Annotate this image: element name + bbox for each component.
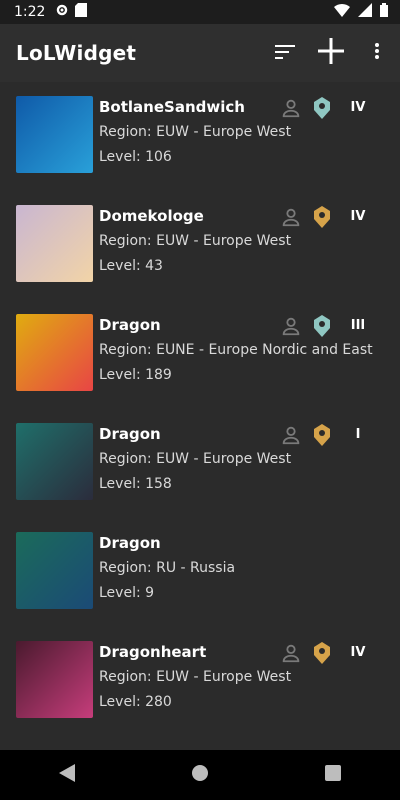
rank-tier: III — [350, 318, 366, 333]
settings-gear-icon — [55, 3, 69, 21]
sd-card-icon — [75, 3, 88, 21]
player-avatar — [16, 205, 93, 282]
person-outline-icon — [280, 97, 302, 119]
player-name: Dragon — [99, 425, 161, 443]
player-row[interactable]: Dragon Region: EUW - Europe West Level: 15… — [0, 409, 400, 518]
player-avatar — [16, 423, 93, 500]
player-avatar — [16, 314, 93, 391]
back-icon[interactable] — [58, 764, 75, 786]
rank-emblem-icon — [312, 424, 332, 446]
player-name: Dragon — [99, 534, 161, 552]
player-name: BotlaneSandwich — [99, 98, 245, 116]
app-bar: LoLWidget — [0, 24, 400, 82]
player-level: Level: 43 — [99, 258, 163, 274]
player-row[interactable]: BotlaneSandwich Region: EUW - Europe West… — [0, 82, 400, 191]
player-level: Level: 158 — [99, 476, 172, 492]
navigation-bar — [0, 750, 400, 800]
sort-icon — [275, 44, 295, 63]
home-icon[interactable] — [191, 765, 208, 785]
player-avatar — [16, 641, 93, 718]
player-name: Domekologe — [99, 207, 204, 225]
rank-emblem-icon — [312, 97, 332, 119]
player-row[interactable]: Dragon Region: RU - Russia Level: 9 — [0, 518, 400, 627]
player-name: Dragonheart — [99, 643, 207, 661]
rank-tier: IV — [350, 209, 366, 224]
player-region: Region: RU - Russia — [99, 560, 236, 576]
player-region: Region: EUW - Europe West — [99, 124, 292, 140]
rank-emblem-icon — [312, 206, 332, 228]
status-bar: 1:22 — [0, 0, 400, 24]
player-avatar — [16, 96, 93, 173]
player-row[interactable]: Domekologe Region: EUW - Europe West Level… — [0, 191, 400, 300]
recents-icon[interactable] — [325, 765, 342, 785]
signal-icon — [358, 3, 372, 21]
player-avatar — [16, 532, 93, 609]
player-name: Dragon — [99, 316, 161, 334]
rank-tier: IV — [350, 645, 366, 660]
player-region: Region: EUW - Europe West — [99, 233, 292, 249]
player-region: Region: EUNE - Europe Nordic and East — [99, 342, 373, 358]
person-outline-icon — [280, 642, 302, 664]
player-region: Region: EUW - Europe West — [99, 669, 292, 685]
overflow-menu-button[interactable] — [354, 30, 400, 76]
rank-tier: I — [355, 427, 361, 442]
status-time: 1:22 — [14, 4, 46, 20]
rank-emblem-icon — [312, 642, 332, 664]
app-title: LoLWidget — [16, 41, 137, 65]
player-level: Level: 106 — [99, 149, 172, 165]
add-button[interactable] — [308, 30, 354, 76]
player-region: Region: EUW - Europe West — [99, 451, 292, 467]
plus-icon — [318, 38, 344, 68]
rank-emblem-icon — [312, 315, 332, 337]
player-row[interactable]: Dragonheart Region: EUW - Europe West Leve… — [0, 627, 400, 736]
player-row[interactable]: Dragon Region: EUNE - Europe Nordic and E… — [0, 300, 400, 409]
player-level: Level: 280 — [99, 694, 172, 710]
player-level: Level: 189 — [99, 367, 172, 383]
person-outline-icon — [280, 424, 302, 446]
rank-tier: IV — [350, 100, 366, 115]
person-outline-icon — [280, 315, 302, 337]
more-vert-icon — [374, 42, 380, 64]
player-level: Level: 9 — [99, 585, 155, 601]
player-list[interactable]: BotlaneSandwich Region: EUW - Europe West… — [0, 82, 400, 750]
battery-icon — [380, 3, 388, 21]
person-outline-icon — [280, 206, 302, 228]
wifi-icon — [334, 3, 350, 21]
sort-button[interactable] — [262, 30, 308, 76]
